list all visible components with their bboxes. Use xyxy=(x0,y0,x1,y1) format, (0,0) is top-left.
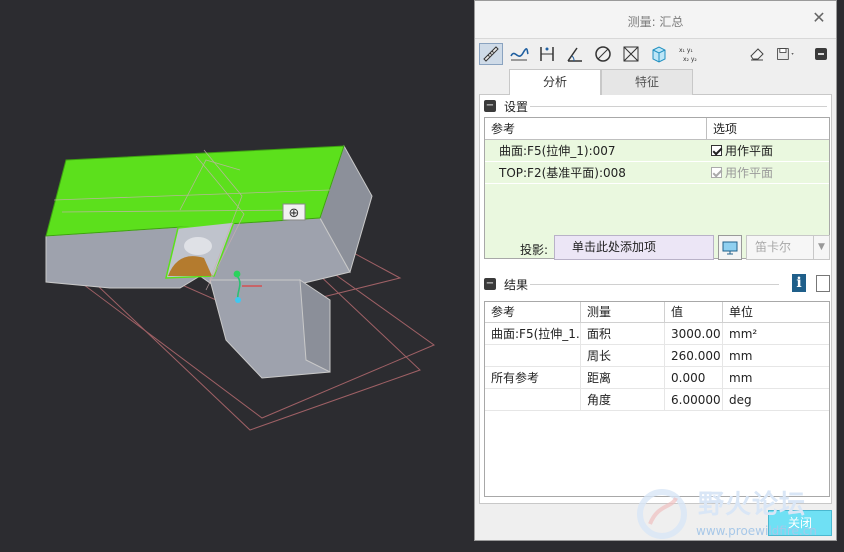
result-unit: mm xyxy=(729,349,753,363)
reference-table-header: 参考 选项 xyxy=(485,118,829,140)
transform-icon[interactable] xyxy=(619,43,643,65)
option-cell: 用作平面 xyxy=(707,162,829,183)
table-row[interactable]: 所有参考 距离 0.000 mm xyxy=(485,367,829,389)
column-header-value: 值 xyxy=(665,302,723,322)
result-measure: 距离 xyxy=(581,367,665,388)
dialog-title: 测量: 汇总 xyxy=(627,15,684,29)
column-header-option: 选项 xyxy=(713,122,738,136)
projection-label: 投影: xyxy=(520,243,549,257)
use-as-plane-checkbox xyxy=(711,167,722,178)
diameter-icon[interactable] xyxy=(591,43,615,65)
result-value: 6.00000 xyxy=(665,389,723,410)
settings-section-header[interactable]: − 设置 xyxy=(484,97,528,115)
angle-icon[interactable] xyxy=(563,43,587,65)
chevron-down-icon: ▼ xyxy=(813,236,829,259)
result-unit: mm xyxy=(729,371,753,385)
eraser-icon[interactable] xyxy=(745,43,769,65)
close-button[interactable]: 关闭 xyxy=(768,510,832,536)
measure-dialog: 测量: 汇总 ✕ x₁ y₁ x₂ y₂ 分析 特征 − 设置 参考 选项 曲面… xyxy=(474,0,837,541)
result-reference: 曲面:F5(拉伸_1... xyxy=(485,323,581,344)
collapse-icon[interactable] xyxy=(809,43,833,65)
result-reference: 所有参考 xyxy=(485,367,581,388)
result-value: 0.000 xyxy=(665,367,723,388)
analysis-panel: − 设置 参考 选项 曲面:F5(拉伸_1):007 用作平面 TOP:F2(基… xyxy=(479,95,832,504)
tab-feature[interactable]: 特征 xyxy=(601,69,693,95)
dialog-titlebar[interactable]: 测量: 汇总 ✕ xyxy=(475,1,836,39)
result-reference xyxy=(485,389,581,410)
model-3d-view: ⊕ xyxy=(45,144,436,431)
save-icon[interactable] xyxy=(771,43,801,65)
svg-text:x₂ y₂: x₂ y₂ xyxy=(683,56,697,63)
result-unit: deg xyxy=(729,393,752,407)
result-reference xyxy=(485,345,581,366)
projection-row: 投影: 单击此处添加项 笛卡尔 ▼ xyxy=(484,235,830,261)
collapse-minus-icon[interactable]: − xyxy=(484,100,496,112)
result-measure: 角度 xyxy=(581,389,665,410)
tab-analysis[interactable]: 分析 xyxy=(509,69,601,96)
option-cell: 用作平面 xyxy=(707,140,829,161)
column-header-unit: 单位 xyxy=(729,305,754,319)
results-table: 参考 测量 值 单位 曲面:F5(拉伸_1... 面积 3000.00 mm² … xyxy=(484,301,830,497)
collapse-minus-icon[interactable]: − xyxy=(484,278,496,290)
results-section-header[interactable]: − 结果 xyxy=(484,275,528,293)
table-row[interactable]: 曲面:F5(拉伸_1... 面积 3000.00 mm² xyxy=(485,323,829,345)
close-icon[interactable]: ✕ xyxy=(812,10,826,26)
reference-name: 曲面:F5(拉伸_1):007 xyxy=(499,144,616,158)
distance-icon[interactable] xyxy=(535,43,559,65)
projection-collector[interactable]: 单击此处添加项 xyxy=(554,235,714,260)
tab-strip: 分析 特征 xyxy=(479,69,832,96)
svg-text:⊕: ⊕ xyxy=(289,206,300,221)
column-header-reference: 参考 xyxy=(485,302,581,322)
result-value: 260.000 xyxy=(665,345,723,366)
option-label: 用作平面 xyxy=(725,144,774,158)
curve-icon[interactable] xyxy=(507,43,531,65)
result-value: 3000.00 xyxy=(665,323,723,344)
use-as-plane-checkbox[interactable] xyxy=(711,145,722,156)
table-row[interactable]: 周长 260.000 mm xyxy=(485,345,829,367)
info-icon[interactable]: i xyxy=(792,274,806,292)
results-table-header: 参考 测量 值 单位 xyxy=(485,302,829,323)
reference-row[interactable]: 曲面:F5(拉伸_1):007 用作平面 xyxy=(485,140,829,162)
settings-section-title: 设置 xyxy=(504,99,529,114)
column-header-reference: 参考 xyxy=(485,118,707,139)
volume-icon[interactable] xyxy=(647,43,671,65)
result-unit: mm² xyxy=(729,327,758,341)
option-label: 用作平面 xyxy=(725,166,774,180)
divider xyxy=(530,284,779,285)
result-measure: 周长 xyxy=(581,345,665,366)
measure-toolbar: x₁ y₁ x₂ y₂ xyxy=(475,39,836,69)
coordinate-system-value: 笛卡尔 xyxy=(755,240,792,254)
length-icon[interactable] xyxy=(479,43,503,65)
column-header-measure: 测量 xyxy=(581,302,665,322)
results-section-title: 结果 xyxy=(504,277,529,292)
table-row[interactable]: 角度 6.00000 deg xyxy=(485,389,829,411)
reference-row[interactable]: TOP:F2(基准平面):008 用作平面 xyxy=(485,162,829,184)
monitor-icon[interactable] xyxy=(718,235,742,260)
result-measure: 面积 xyxy=(581,323,665,344)
reference-name: TOP:F2(基准平面):008 xyxy=(499,166,626,180)
sheet-icon[interactable] xyxy=(816,275,830,292)
svg-text:x₁ y₁: x₁ y₁ xyxy=(679,47,693,54)
graphics-viewport[interactable]: ⊕ xyxy=(0,0,474,552)
divider xyxy=(530,106,827,107)
xyz-icon[interactable]: x₁ y₁ x₂ y₂ xyxy=(675,43,699,65)
coordinate-system-select[interactable]: 笛卡尔 ▼ xyxy=(746,235,830,260)
